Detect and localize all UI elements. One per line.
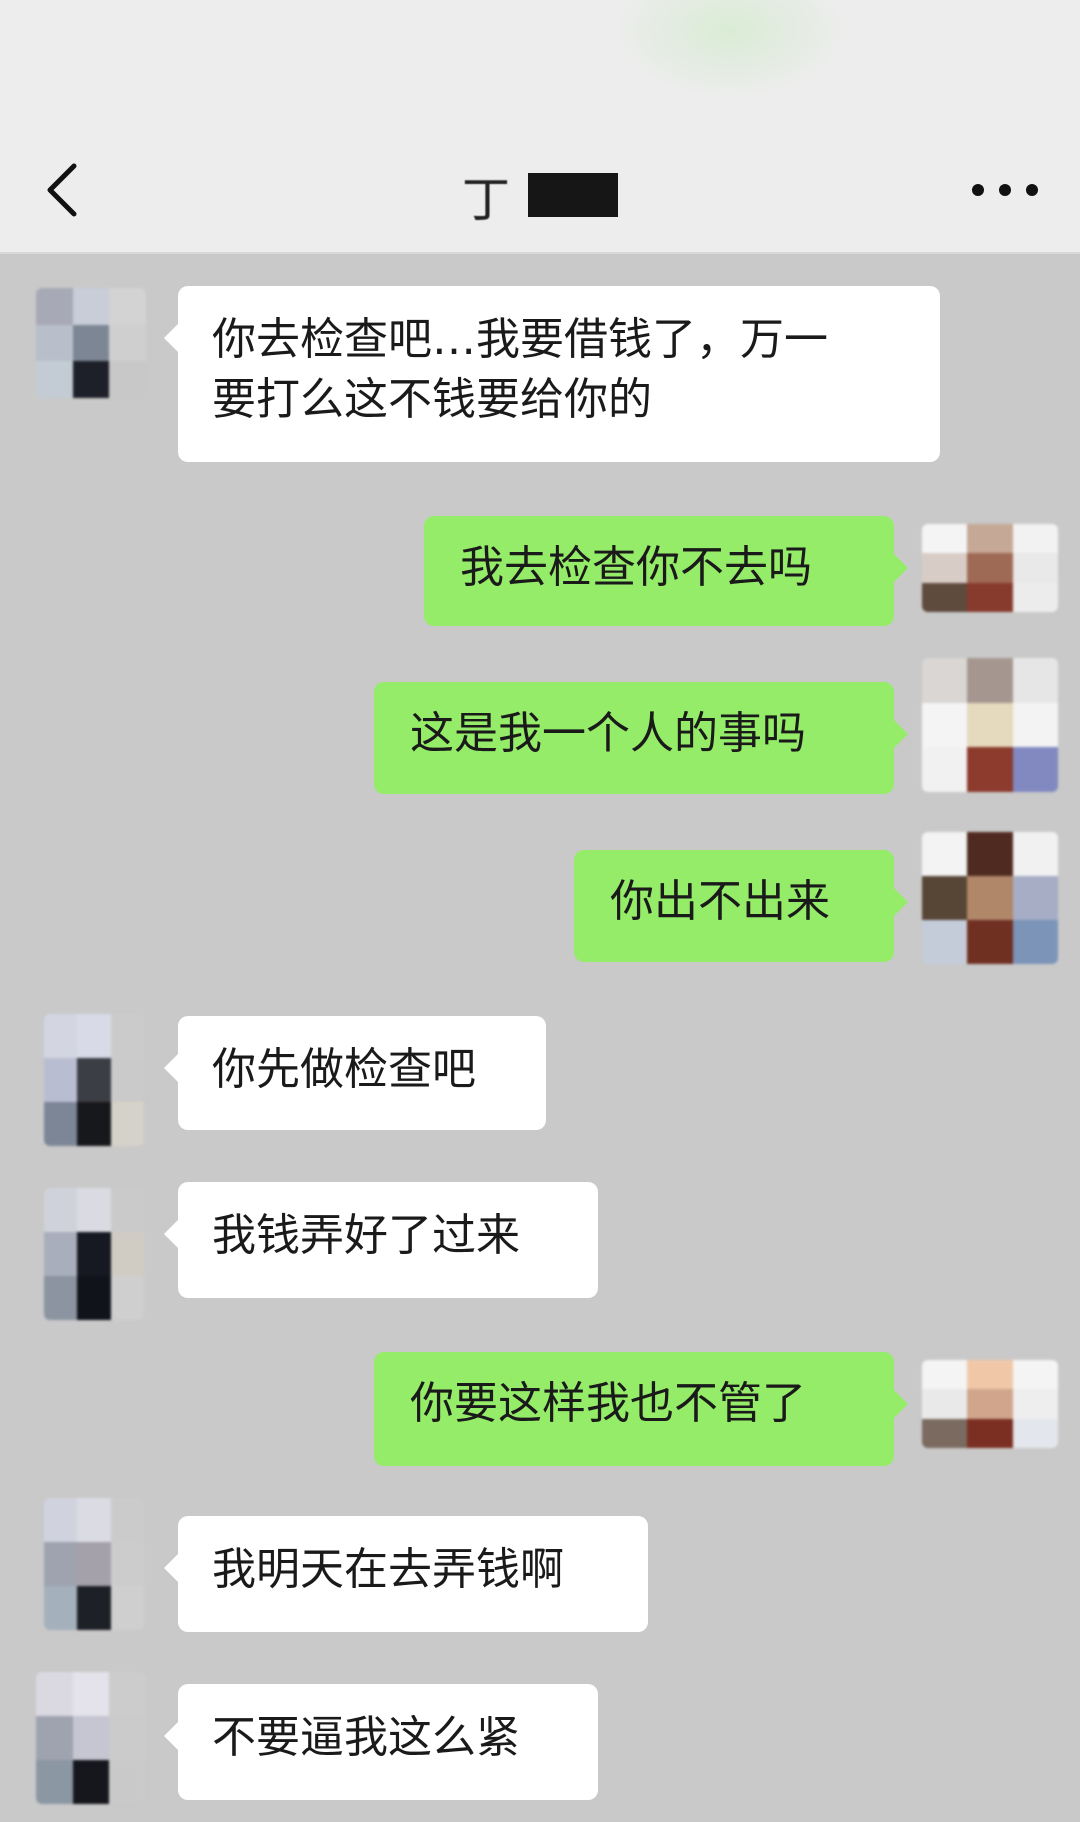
message-text: 你出不出来 xyxy=(610,876,830,927)
contact-avatar[interactable] xyxy=(36,1672,146,1804)
message-text: 这是我一个人的事吗 xyxy=(410,708,806,759)
message-bubble-received[interactable]: 我明天在去弄钱啊 xyxy=(164,1516,648,1632)
message-text: 你要这样我也不管了 xyxy=(410,1378,806,1429)
back-button[interactable] xyxy=(30,150,100,230)
more-dots-icon xyxy=(972,184,1038,196)
contact-avatar[interactable] xyxy=(44,1498,144,1630)
message-bubble-received[interactable]: 我钱弄好了过来 xyxy=(164,1182,598,1298)
my-avatar[interactable] xyxy=(922,832,1058,964)
message-line: 你去检查吧…我要借钱了，万一 xyxy=(212,314,828,365)
message-bubble-received[interactable]: 不要逼我这么紧 xyxy=(164,1684,598,1800)
more-button[interactable] xyxy=(960,160,1050,220)
chat-area[interactable]: 你去检查吧…我要借钱了，万一 要打么这不钱要给你的 我去检查你不去吗 这是我一个… xyxy=(0,254,1080,1822)
contact-avatar[interactable] xyxy=(44,1188,144,1320)
message-text: 不要逼我这么紧 xyxy=(212,1712,520,1763)
message-bubble-received[interactable]: 你先做检查吧 xyxy=(164,1016,546,1130)
header-glow xyxy=(610,0,850,100)
chat-title-text: 丁 xyxy=(462,172,511,228)
message-bubble-received[interactable]: 你去检查吧…我要借钱了，万一 要打么这不钱要给你的 xyxy=(164,286,940,462)
message-text: 我明天在去弄钱啊 xyxy=(212,1544,564,1595)
message-line: 要打么这不钱要给你的 xyxy=(212,374,652,425)
contact-avatar[interactable] xyxy=(36,288,146,398)
message-text: 你先做检查吧 xyxy=(212,1044,476,1095)
contact-avatar[interactable] xyxy=(44,1014,144,1146)
message-text: 我去检查你不去吗 xyxy=(460,542,812,593)
message-bubble-sent[interactable]: 你要这样我也不管了 xyxy=(374,1352,908,1466)
my-avatar[interactable] xyxy=(922,658,1058,792)
redacted-name-block xyxy=(528,173,619,217)
chevron-left-icon xyxy=(47,163,77,217)
chat-header: 丁 xyxy=(0,0,1080,254)
message-bubble-sent[interactable]: 我去检查你不去吗 xyxy=(424,516,908,626)
message-text: 我钱弄好了过来 xyxy=(212,1210,520,1261)
my-avatar[interactable] xyxy=(922,1360,1058,1448)
message-bubble-sent[interactable]: 这是我一个人的事吗 xyxy=(374,682,908,794)
chat-title: 丁 xyxy=(462,160,619,230)
message-bubble-sent[interactable]: 你出不出来 xyxy=(574,850,908,962)
my-avatar[interactable] xyxy=(922,524,1058,612)
